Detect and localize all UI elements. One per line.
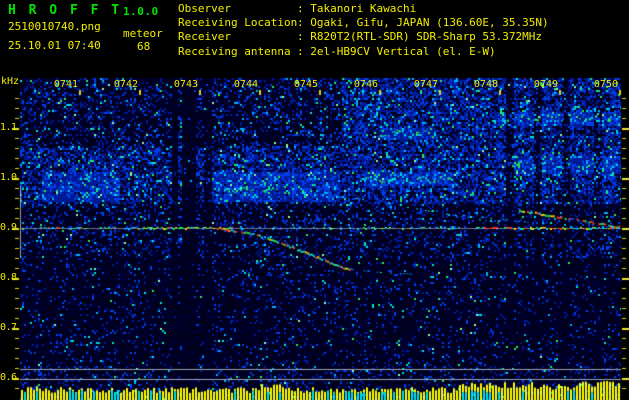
station-value: : Ogaki, Gifu, JAPAN (136.60E, 35.35N) xyxy=(297,16,549,30)
time-axis-label: 0744 xyxy=(233,79,258,90)
station-info: Observer : Takanori Kawachi Receiving Loca… xyxy=(178,2,549,59)
mode-label: meteor xyxy=(123,27,163,40)
time-axis-label: 0745 xyxy=(293,79,318,90)
freq-axis-label: 0.6 xyxy=(0,372,17,383)
time-axis-label: 0742 xyxy=(113,79,138,90)
station-row: Receiver : R820T2(RTL-SDR) SDR-Sharp 53.3… xyxy=(178,30,549,44)
time-axis-label: 0743 xyxy=(173,79,198,90)
time-axis-label: 0748 xyxy=(473,79,498,90)
hrofft-window: H R O F F T 1.0.0 2510010740.png meteor … xyxy=(0,0,629,400)
time-axis-label: 0749 xyxy=(533,79,558,90)
station-value: : 2el-HB9CV Vertical (el. E-W) xyxy=(297,44,496,58)
freq-axis-label: 0.7 xyxy=(0,322,17,333)
time-axis-label: 0747 xyxy=(413,79,438,90)
time-axis-label: 0750 xyxy=(593,79,618,90)
station-value: : Takanori Kawachi xyxy=(297,2,417,15)
freq-unit-label: kHz xyxy=(1,76,20,87)
station-label: Receiving antenna xyxy=(178,44,291,58)
time-axis-label: 0741 xyxy=(53,79,78,90)
station-row: Receiving antenna : 2el-HB9CV Vertical (e… xyxy=(178,45,549,59)
station-row: Observer : Takanori Kawachi xyxy=(178,2,549,16)
freq-axis-label: 0.8 xyxy=(0,272,17,283)
time-axis-label: 0746 xyxy=(353,79,378,90)
spectrogram-canvas xyxy=(0,0,629,400)
freq-axis-label: 1.0 xyxy=(0,172,17,183)
station-label: Observer xyxy=(178,2,231,15)
meteor-count: 68 xyxy=(137,40,151,53)
station-label: Receiver xyxy=(178,30,231,44)
station-label: Receiving Location xyxy=(178,16,298,30)
station-value: : R820T2(RTL-SDR) SDR-Sharp 53.372MHz xyxy=(297,30,543,44)
freq-axis-label: 0.9 xyxy=(0,222,17,233)
app-title: H R O F F T xyxy=(8,3,122,18)
freq-axis-label: 1.1 xyxy=(0,122,17,133)
app-version: 1.0.0 xyxy=(123,5,159,18)
file-name: 2510010740.png xyxy=(8,20,101,33)
timestamp: 25.10.01 07:40 xyxy=(8,39,101,52)
station-row: Receiving Location: Ogaki, Gifu, JAPAN (… xyxy=(178,16,549,30)
